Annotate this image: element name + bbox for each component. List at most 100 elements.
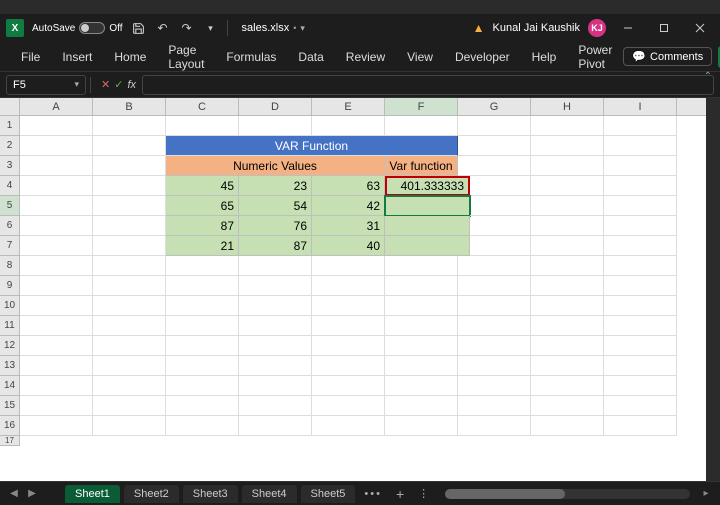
toggle-icon [79, 22, 105, 34]
minimize-button[interactable] [614, 18, 642, 38]
cell-d7[interactable]: 87 [239, 236, 312, 256]
tab-review[interactable]: Review [335, 44, 396, 70]
col-header-b[interactable]: B [93, 98, 166, 115]
row-header-4[interactable]: 4 [0, 176, 20, 196]
tab-developer[interactable]: Developer [444, 44, 521, 70]
cell-c5[interactable]: 65 [166, 196, 239, 216]
sheet-tab-1[interactable]: Sheet1 [65, 485, 120, 503]
cell-d5[interactable]: 54 [239, 196, 312, 216]
tab-formulas[interactable]: Formulas [215, 44, 287, 70]
warning-icon[interactable]: ▲ [473, 21, 485, 35]
tab-help[interactable]: Help [521, 44, 568, 70]
col-header-i[interactable]: I [604, 98, 677, 115]
row-header-3[interactable]: 3 [0, 156, 20, 176]
row-header-15[interactable]: 15 [0, 396, 20, 416]
sheet-tab-2[interactable]: Sheet2 [124, 485, 179, 503]
vertical-scrollbar[interactable] [706, 98, 720, 481]
maximize-button[interactable] [650, 18, 678, 38]
sheet-tab-4[interactable]: Sheet4 [242, 485, 297, 503]
row-header-14[interactable]: 14 [0, 376, 20, 396]
col-header-e[interactable]: E [312, 98, 385, 115]
sheet-tab-bar: ◀ ▶ Sheet1 Sheet2 Sheet3 Sheet4 Sheet5 •… [0, 481, 720, 505]
column-headers: A B C D E F G H I [0, 98, 720, 116]
qat-dropdown-icon[interactable]: ▾ [203, 20, 219, 36]
row-header-9[interactable]: 9 [0, 276, 20, 296]
expand-formula-bar-icon[interactable]: ⌃ [704, 71, 712, 82]
filename-pill[interactable]: sales.xlsx • ▾ [236, 20, 311, 36]
cell-e4[interactable]: 63 [312, 176, 385, 196]
row-header-6[interactable]: 6 [0, 216, 20, 236]
autosave-label: AutoSave [32, 23, 75, 34]
add-sheet-button[interactable]: + [390, 486, 410, 502]
row-header-7[interactable]: 7 [0, 236, 20, 256]
row-header-12[interactable]: 12 [0, 336, 20, 356]
host-menu-bar [0, 0, 720, 14]
row-header-5[interactable]: 5 [0, 196, 20, 216]
tab-file[interactable]: File [10, 44, 51, 70]
tab-insert[interactable]: Insert [51, 44, 103, 70]
tab-home[interactable]: Home [103, 44, 157, 70]
cancel-formula-icon[interactable]: ✕ [101, 78, 110, 91]
cell-var-function-header[interactable]: Var function [385, 156, 458, 176]
horizontal-scrollbar[interactable] [445, 489, 690, 499]
fx-icon[interactable]: fx [127, 79, 136, 91]
cell-f5-active[interactable] [385, 196, 470, 216]
cell-f4-result[interactable]: 401.333333 [385, 176, 470, 196]
col-header-h[interactable]: H [531, 98, 604, 115]
chevron-down-icon: ▾ [300, 23, 305, 34]
col-header-f[interactable]: F [385, 98, 458, 115]
row-header-16[interactable]: 16 [0, 416, 20, 436]
cell-e7[interactable]: 40 [312, 236, 385, 256]
saved-indicator-icon: • [293, 23, 296, 33]
tab-power-pivot[interactable]: Power Pivot [567, 37, 623, 77]
cell-c7[interactable]: 21 [166, 236, 239, 256]
ribbon-tabs: File Insert Home Page Layout Formulas Da… [0, 42, 720, 72]
redo-icon[interactable]: ↷ [179, 20, 195, 36]
sheet-tab-5[interactable]: Sheet5 [301, 485, 356, 503]
cell-d6[interactable]: 76 [239, 216, 312, 236]
cell-e5[interactable]: 42 [312, 196, 385, 216]
select-all-corner[interactable] [0, 98, 20, 115]
cell-e6[interactable]: 31 [312, 216, 385, 236]
spreadsheet-grid[interactable]: A B C D E F G H I 1 2 VAR Function 3 Num… [0, 98, 720, 481]
sheet-scroll-right-icon[interactable]: ▶ [24, 486, 40, 502]
row-header-11[interactable]: 11 [0, 316, 20, 336]
row-header-13[interactable]: 13 [0, 356, 20, 376]
row-header-10[interactable]: 10 [0, 296, 20, 316]
name-box[interactable]: F5 ▾ [6, 75, 86, 95]
cell-f6[interactable] [385, 216, 470, 236]
sheet-scroll-left-icon[interactable]: ◀ [6, 486, 22, 502]
cell-title[interactable]: VAR Function [166, 136, 458, 156]
user-avatar[interactable]: KJ [588, 19, 606, 37]
chevron-down-icon[interactable]: ▾ [74, 79, 79, 90]
cell-numeric-values-header[interactable]: Numeric Values [166, 156, 385, 176]
close-button[interactable] [686, 18, 714, 38]
col-header-g[interactable]: G [458, 98, 531, 115]
row-header-8[interactable]: 8 [0, 256, 20, 276]
scroll-thumb[interactable] [445, 489, 565, 499]
row-header-1[interactable]: 1 [0, 116, 20, 136]
row-header-17[interactable]: 17 [0, 436, 20, 446]
col-header-d[interactable]: D [239, 98, 312, 115]
hscroll-right-icon[interactable]: ▸ [698, 486, 714, 502]
cell-c6[interactable]: 87 [166, 216, 239, 236]
accept-formula-icon[interactable]: ✓ [114, 78, 123, 91]
row-header-2[interactable]: 2 [0, 136, 20, 156]
sheet-menu-icon[interactable]: ⋮ [412, 487, 437, 500]
sheet-more-icon[interactable]: ••• [358, 488, 388, 500]
undo-icon[interactable]: ↶ [155, 20, 171, 36]
autosave-toggle[interactable]: AutoSave Off [32, 22, 123, 34]
col-header-c[interactable]: C [166, 98, 239, 115]
comments-button[interactable]: 💬 Comments [623, 47, 712, 66]
cell-c4[interactable]: 45 [166, 176, 239, 196]
col-header-a[interactable]: A [20, 98, 93, 115]
sheet-tab-3[interactable]: Sheet3 [183, 485, 238, 503]
separator [227, 20, 228, 36]
save-icon[interactable] [131, 20, 147, 36]
tab-data[interactable]: Data [287, 44, 334, 70]
tab-view[interactable]: View [396, 44, 444, 70]
cell-d4[interactable]: 23 [239, 176, 312, 196]
cell-f7[interactable] [385, 236, 470, 256]
formula-input[interactable] [142, 75, 714, 95]
tab-page-layout[interactable]: Page Layout [157, 37, 215, 77]
